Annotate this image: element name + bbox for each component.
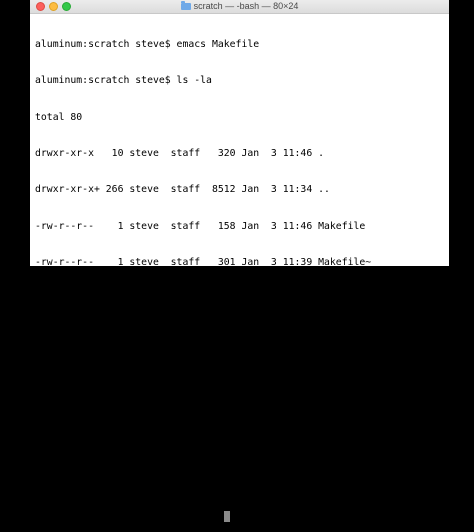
terminal-line: -rwxr-xr-x 1 steve staff 8464 Jan 3 11:4… [35,402,342,413]
terminal-line: -rw-r--r-- 1 steve staff 301 Jan 3 11:39… [35,256,372,268]
terminal-line: -rw-r--r-- 1 steve staff 158 Jan 3 11:46… [35,220,366,232]
terminal-line: drwxr-xr-x+ 266 steve staff 8512 Jan 3 1… [35,184,330,196]
terminal-line: total 80 [35,111,83,123]
terminal-line: aluminum:scratch steve$ emacs Makefile [35,39,260,51]
terminal-line: -rw-r--r-- 1 steve staff 820 Jan 3 11:40… [35,474,354,486]
terminal-line: drwxr-xr-x 10 steve staff 320 Jan 3 11:4… [35,148,325,160]
text-cursor [224,510,231,522]
window-title-text: scratch — -bash — 80×24 [193,1,299,11]
command-input[interactable]: emacs Ma [177,512,224,523]
shell-prompt: aluminum:scratch steve$ [35,511,177,523]
terminal-window: scratch — -bash — 80×24 aluminum:scratch… [30,0,449,523]
terminal-line: aluminum:scratch steve$ ls -la [35,75,212,87]
terminal-line: -rw-r--r-- 1 steve staff 17 Jan 3 11:35 … [35,329,348,341]
terminal-output[interactable]: aluminum:scratch steve$ emacs Makefile a… [35,15,445,523]
command-prompt-line[interactable]: aluminum:scratch steve$ emacs Ma [35,510,445,523]
title-bar[interactable]: scratch — -bash — 80×24 [30,0,449,14]
folder-icon [180,1,191,10]
terminal-line: -rw-r--r-- 1 steve staff 51 Jan 3 11:35 … [35,293,348,305]
terminal-line: -rw-r--r-- 1 steve staff 100 Jan 3 11:35… [35,438,354,450]
window-title: scratch — -bash — 80×24 [30,1,449,12]
terminal-line: -rw-r--r-- 1 steve staff 624 Jan 3 11:40… [35,365,348,377]
